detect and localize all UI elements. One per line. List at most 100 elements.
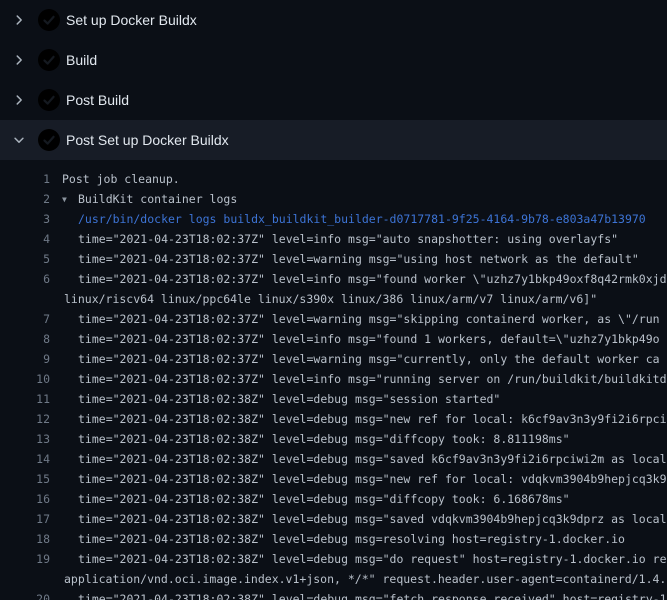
step-name: Post Set up Docker Buildx bbox=[66, 120, 229, 160]
log-line-text: time="2021-04-23T18:02:37Z" level=info m… bbox=[50, 269, 667, 289]
log-line-body: time="2021-04-23T18:02:37Z" level=warnin… bbox=[78, 352, 660, 366]
log-line-text: time="2021-04-23T18:02:38Z" level=debug … bbox=[50, 429, 570, 449]
log-line-text: time="2021-04-23T18:02:38Z" level=debug … bbox=[50, 389, 500, 409]
line-number[interactable]: 3 bbox=[0, 209, 50, 229]
line-number[interactable]: 13 bbox=[0, 429, 50, 449]
step-name: Build bbox=[66, 40, 97, 80]
log-line-body: time="2021-04-23T18:02:37Z" level=info m… bbox=[78, 332, 660, 346]
check-circle-icon bbox=[38, 49, 60, 71]
job-steps-list: Set up Docker Buildx Build Post Build bbox=[0, 0, 667, 160]
log-line[interactable]: application/vnd.oci.image.index.v1+json,… bbox=[0, 569, 667, 589]
log-line-text: /usr/bin/docker logs buildx_buildkit_bui… bbox=[50, 209, 646, 229]
log-line-body: time="2021-04-23T18:02:38Z" level=debug … bbox=[78, 592, 667, 600]
log-line-text: Post job cleanup. bbox=[50, 169, 180, 189]
line-number[interactable]: 20 bbox=[0, 589, 50, 600]
step-row-post-set-up-docker-buildx[interactable]: Post Set up Docker Buildx bbox=[0, 120, 667, 160]
log-line-body: time="2021-04-23T18:02:38Z" level=debug … bbox=[78, 432, 570, 446]
log-line[interactable]: 3 /usr/bin/docker logs buildx_buildkit_b… bbox=[0, 209, 667, 229]
line-number[interactable]: 14 bbox=[0, 449, 50, 469]
log-line[interactable]: 14 time="2021-04-23T18:02:38Z" level=deb… bbox=[0, 449, 667, 469]
check-circle-icon bbox=[38, 9, 60, 31]
log-line-body: time="2021-04-23T18:02:38Z" level=debug … bbox=[78, 412, 667, 426]
step-row-build[interactable]: Build bbox=[0, 40, 667, 80]
log-line[interactable]: 10 time="2021-04-23T18:02:37Z" level=inf… bbox=[0, 369, 667, 389]
log-line-text: time="2021-04-23T18:02:38Z" level=debug … bbox=[50, 469, 667, 489]
log-line-body: time="2021-04-23T18:02:37Z" level=info m… bbox=[78, 272, 667, 286]
log-line[interactable]: 20 time="2021-04-23T18:02:38Z" level=deb… bbox=[0, 589, 667, 600]
log-line-text: time="2021-04-23T18:02:38Z" level=debug … bbox=[50, 529, 625, 549]
log-line-body: time="2021-04-23T18:02:37Z" level=info m… bbox=[78, 372, 667, 386]
line-number[interactable]: 18 bbox=[0, 529, 50, 549]
log-line[interactable]: 1 Post job cleanup. bbox=[0, 169, 667, 189]
log-line[interactable]: 7 time="2021-04-23T18:02:37Z" level=warn… bbox=[0, 309, 667, 329]
step-name: Set up Docker Buildx bbox=[66, 0, 197, 40]
line-number[interactable]: 6 bbox=[0, 269, 50, 289]
log-line-body: time="2021-04-23T18:02:38Z" level=debug … bbox=[78, 452, 667, 466]
log-line[interactable]: 11 time="2021-04-23T18:02:38Z" level=deb… bbox=[0, 389, 667, 409]
log-line-text: time="2021-04-23T18:02:37Z" level=warnin… bbox=[50, 349, 660, 369]
chevron-right-icon[interactable] bbox=[12, 13, 26, 27]
step-name: Post Build bbox=[66, 80, 129, 120]
check-circle-icon bbox=[38, 89, 60, 111]
log-line[interactable]: 18 time="2021-04-23T18:02:38Z" level=deb… bbox=[0, 529, 667, 549]
log-line-text: time="2021-04-23T18:02:37Z" level=warnin… bbox=[50, 249, 639, 269]
log-line-body: time="2021-04-23T18:02:38Z" level=debug … bbox=[78, 532, 625, 546]
line-number[interactable]: 4 bbox=[0, 229, 50, 249]
log-line[interactable]: 13 time="2021-04-23T18:02:38Z" level=deb… bbox=[0, 429, 667, 449]
log-line[interactable]: 17 time="2021-04-23T18:02:38Z" level=deb… bbox=[0, 509, 667, 529]
log-line-text: time="2021-04-23T18:02:38Z" level=debug … bbox=[50, 489, 570, 509]
line-number[interactable]: 9 bbox=[0, 349, 50, 369]
log-line[interactable]: 8 time="2021-04-23T18:02:37Z" level=info… bbox=[0, 329, 667, 349]
line-number[interactable]: 5 bbox=[0, 249, 50, 269]
line-number[interactable]: 7 bbox=[0, 309, 50, 329]
line-number[interactable]: 12 bbox=[0, 409, 50, 429]
line-number[interactable]: 19 bbox=[0, 549, 50, 569]
line-number[interactable]: 15 bbox=[0, 469, 50, 489]
log-line-body: time="2021-04-23T18:02:37Z" level=info m… bbox=[78, 232, 618, 246]
log-line[interactable]: 6 time="2021-04-23T18:02:37Z" level=info… bbox=[0, 269, 667, 289]
chevron-right-icon[interactable] bbox=[12, 53, 26, 67]
log-line-body: time="2021-04-23T18:02:38Z" level=debug … bbox=[78, 552, 667, 566]
log-line-body: Post job cleanup. bbox=[62, 172, 180, 186]
line-number[interactable]: 2 bbox=[0, 189, 50, 209]
log-line[interactable]: 4 time="2021-04-23T18:02:37Z" level=info… bbox=[0, 229, 667, 249]
line-number[interactable]: 16 bbox=[0, 489, 50, 509]
log-line-text: time="2021-04-23T18:02:37Z" level=info m… bbox=[50, 329, 660, 349]
line-number[interactable]: 11 bbox=[0, 389, 50, 409]
log-line-text: time="2021-04-23T18:02:38Z" level=debug … bbox=[50, 589, 667, 600]
step-row-set-up-docker-buildx[interactable]: Set up Docker Buildx bbox=[0, 0, 667, 40]
line-number[interactable]: 17 bbox=[0, 509, 50, 529]
line-number[interactable]: 10 bbox=[0, 369, 50, 389]
line-number[interactable]: 8 bbox=[0, 329, 50, 349]
log-line-body: time="2021-04-23T18:02:38Z" level=debug … bbox=[78, 472, 667, 486]
log-line[interactable]: 15 time="2021-04-23T18:02:38Z" level=deb… bbox=[0, 469, 667, 489]
line-number[interactable]: 1 bbox=[0, 169, 50, 189]
step-row-post-build[interactable]: Post Build bbox=[0, 80, 667, 120]
log-line-text: time="2021-04-23T18:02:38Z" level=debug … bbox=[50, 549, 667, 569]
step-log-output: 1 Post job cleanup. 2 ▼BuildKit containe… bbox=[0, 160, 667, 600]
log-line[interactable]: 19 time="2021-04-23T18:02:38Z" level=deb… bbox=[0, 549, 667, 569]
log-line[interactable]: 5 time="2021-04-23T18:02:37Z" level=warn… bbox=[0, 249, 667, 269]
log-line-text: time="2021-04-23T18:02:37Z" level=warnin… bbox=[50, 309, 660, 329]
log-line-body: time="2021-04-23T18:02:38Z" level=debug … bbox=[78, 492, 570, 506]
chevron-down-icon[interactable] bbox=[12, 133, 26, 147]
log-line[interactable]: linux/riscv64 linux/ppc64le linux/s390x … bbox=[0, 289, 667, 309]
check-circle-icon bbox=[38, 129, 60, 151]
log-line[interactable]: 2 ▼BuildKit container logs bbox=[0, 189, 667, 209]
log-line-text: time="2021-04-23T18:02:38Z" level=debug … bbox=[50, 449, 667, 469]
line-number[interactable] bbox=[0, 289, 50, 309]
log-line-body: time="2021-04-23T18:02:37Z" level=warnin… bbox=[78, 312, 660, 326]
log-line[interactable]: 9 time="2021-04-23T18:02:37Z" level=warn… bbox=[0, 349, 667, 369]
log-line-text: linux/riscv64 linux/ppc64le linux/s390x … bbox=[50, 289, 597, 309]
log-line[interactable]: 16 time="2021-04-23T18:02:38Z" level=deb… bbox=[0, 489, 667, 509]
log-line-body: time="2021-04-23T18:02:38Z" level=debug … bbox=[78, 512, 667, 526]
log-line-text: application/vnd.oci.image.index.v1+json,… bbox=[50, 569, 666, 589]
chevron-right-icon[interactable] bbox=[12, 93, 26, 107]
log-group-collapse-icon[interactable]: ▼ bbox=[62, 190, 78, 210]
line-number[interactable] bbox=[0, 569, 50, 589]
log-line-body: time="2021-04-23T18:02:38Z" level=debug … bbox=[78, 392, 500, 406]
log-line-text: ▼BuildKit container logs bbox=[50, 189, 237, 209]
log-line[interactable]: 12 time="2021-04-23T18:02:38Z" level=deb… bbox=[0, 409, 667, 429]
log-line-body: linux/riscv64 linux/ppc64le linux/s390x … bbox=[64, 292, 597, 306]
log-line-text: time="2021-04-23T18:02:38Z" level=debug … bbox=[50, 509, 667, 529]
